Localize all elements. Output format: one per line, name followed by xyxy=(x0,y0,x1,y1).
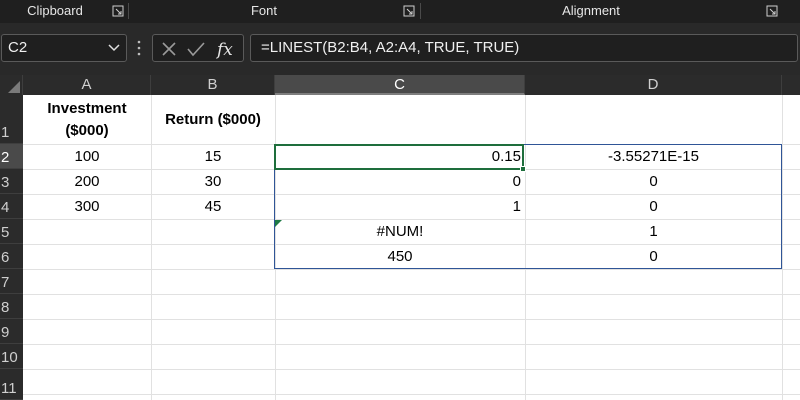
gridline xyxy=(23,294,800,295)
formula-buttons: fx xyxy=(152,34,244,62)
cell-b2[interactable]: 15 xyxy=(151,144,275,169)
column-header-b[interactable]: B xyxy=(151,75,275,95)
gridline xyxy=(23,369,800,370)
row-header-2[interactable]: 2 xyxy=(0,144,23,169)
ribbon-group-alignment: Alignment xyxy=(562,3,620,18)
enter-check-icon[interactable] xyxy=(187,41,205,57)
fill-handle[interactable] xyxy=(520,166,526,172)
ribbon-group-font: Font xyxy=(250,3,277,18)
svg-text:fx: fx xyxy=(215,40,233,60)
ribbon-group-labels: Clipboard Font Alignment xyxy=(0,0,800,23)
cell-b1[interactable]: Return ($000) xyxy=(151,109,275,130)
row-header-4[interactable]: 4 xyxy=(0,194,23,219)
row-number: 2 xyxy=(1,149,10,166)
row-header-5[interactable]: 5 xyxy=(0,219,23,244)
cell-b3[interactable]: 30 xyxy=(151,169,275,194)
gridline xyxy=(23,269,800,270)
formula-bar: C2 fx =LINEST(B2:B4, A2:A4, TRUE, TRUE) xyxy=(0,23,800,75)
cell-a1-line1[interactable]: Investment xyxy=(23,98,151,119)
row-number: 6 xyxy=(1,249,10,266)
formula-input[interactable]: =LINEST(B2:B4, A2:A4, TRUE, TRUE) xyxy=(250,34,798,62)
select-all-triangle-icon xyxy=(8,81,20,93)
gridline xyxy=(782,95,783,400)
row-header-3[interactable]: 3 xyxy=(0,169,23,194)
row-number: 3 xyxy=(1,174,10,191)
column-headers: A B C D xyxy=(0,75,800,95)
column-header-a[interactable]: A xyxy=(23,75,151,95)
gridline xyxy=(23,344,800,345)
column-header-d[interactable]: D xyxy=(525,75,782,95)
worksheet-grid[interactable]: Investment ($000) Return ($000) 100 15 2… xyxy=(23,95,800,400)
error-indicator-icon[interactable] xyxy=(275,220,282,227)
row-header-6[interactable]: 6 xyxy=(0,244,23,269)
row-number: 8 xyxy=(1,299,10,316)
name-box[interactable]: C2 xyxy=(1,34,127,62)
row-number: 1 xyxy=(1,124,10,141)
select-all-corner[interactable] xyxy=(0,75,23,95)
name-box-value: C2 xyxy=(8,39,28,56)
row-header-9[interactable]: 9 xyxy=(0,319,23,344)
ribbon-group-clipboard: Clipboard xyxy=(27,3,83,18)
row-number: 4 xyxy=(1,199,10,216)
gridline xyxy=(23,319,800,320)
chevron-down-icon[interactable] xyxy=(108,43,120,53)
cell-a3[interactable]: 200 xyxy=(23,169,151,194)
gridline xyxy=(151,95,152,400)
active-cell-outline xyxy=(274,144,524,170)
dialog-launcher-font-icon[interactable] xyxy=(403,5,415,17)
row-header-11[interactable]: 11 xyxy=(0,369,23,400)
insert-function-icon[interactable]: fx xyxy=(215,38,237,60)
row-header-8[interactable]: 8 xyxy=(0,294,23,319)
more-options-icon[interactable] xyxy=(137,39,141,57)
cancel-icon[interactable] xyxy=(161,41,177,57)
dialog-launcher-clipboard-icon[interactable] xyxy=(112,5,124,17)
row-header-1[interactable]: 1 xyxy=(0,95,23,144)
cell-a4[interactable]: 300 xyxy=(23,194,151,219)
row-number: 5 xyxy=(1,224,10,241)
row-header-7[interactable]: 7 xyxy=(0,269,23,294)
row-header-10[interactable]: 10 xyxy=(0,344,23,369)
row-number: 11 xyxy=(1,380,17,397)
cell-a2[interactable]: 100 xyxy=(23,144,151,169)
row-headers: 1 2 3 4 5 6 7 8 9 10 11 xyxy=(0,95,23,400)
cell-a1-line2[interactable]: ($000) xyxy=(23,120,151,141)
dialog-launcher-alignment-icon[interactable] xyxy=(766,5,778,17)
row-number: 10 xyxy=(1,349,18,366)
column-header-c[interactable]: C xyxy=(275,75,525,95)
row-number: 9 xyxy=(1,324,10,341)
row-number: 7 xyxy=(1,274,10,291)
cell-b4[interactable]: 45 xyxy=(151,194,275,219)
gridline xyxy=(23,394,800,395)
